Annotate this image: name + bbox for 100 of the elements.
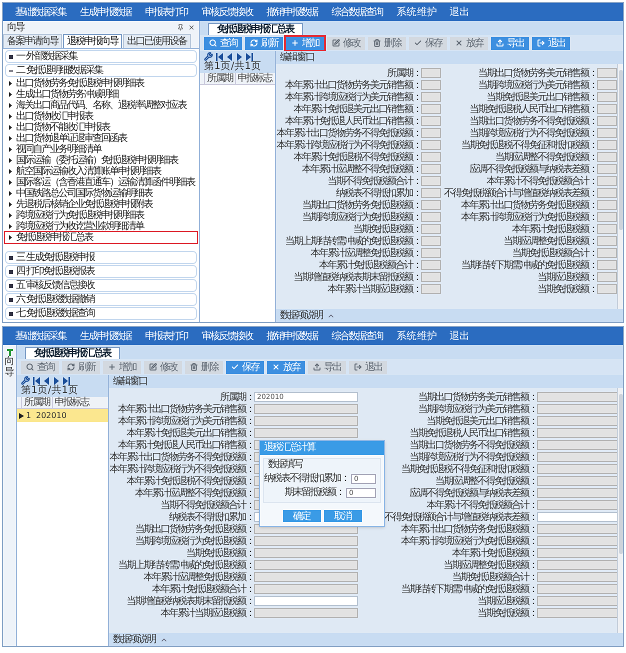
- nav-item[interactable]: 出口货物劳务免抵退税申报明细表: [5, 78, 197, 89]
- nav-item[interactable]: 国际客运（含香港直通车）运输清算函件明细表: [5, 177, 197, 188]
- input-field[interactable]: [254, 572, 358, 582]
- input-field[interactable]: [597, 92, 617, 102]
- nav-item[interactable]: 跨境应税行为收讫营业款明细清单: [5, 221, 197, 232]
- toolbar-button[interactable]: 增加: [286, 36, 324, 50]
- input-field[interactable]: [254, 560, 358, 570]
- input-field[interactable]: [254, 584, 358, 594]
- input-field[interactable]: [421, 176, 441, 186]
- menu-item[interactable]: 系 统 维 护: [396, 330, 436, 342]
- input-field[interactable]: [597, 212, 617, 222]
- first-page-icon[interactable]: [33, 376, 40, 384]
- nav-item[interactable]: 出口货物退单证退审查回函表: [5, 133, 197, 144]
- input-field[interactable]: [537, 548, 617, 558]
- input-field[interactable]: [421, 188, 441, 198]
- menu-item[interactable]: 综合数据查询: [332, 6, 382, 18]
- collapsed-nav[interactable]: 向导: [3, 345, 17, 646]
- input-field[interactable]: [597, 248, 617, 258]
- menu-item[interactable]: 申报表打印: [145, 330, 188, 342]
- input-field[interactable]: [597, 200, 617, 210]
- wrench-icon[interactable]: [21, 376, 30, 385]
- input-field[interactable]: [597, 68, 617, 78]
- input-field[interactable]: [537, 500, 617, 510]
- input-field[interactable]: [537, 536, 617, 546]
- input-field[interactable]: [537, 452, 617, 462]
- nav-item[interactable]: 生成出口货物劳务冲减明细: [5, 89, 197, 100]
- nav-section[interactable]: 四 打印免抵退税报表: [5, 265, 197, 278]
- nav-item[interactable]: 免抵退税申报汇总表: [5, 232, 197, 243]
- input-field[interactable]: [254, 428, 358, 438]
- menu-item[interactable]: 系 统 维 护: [396, 6, 436, 18]
- nav-item[interactable]: 出口货物不能收汇申报表: [5, 122, 197, 133]
- input-field[interactable]: [254, 536, 358, 546]
- input-field[interactable]: [421, 164, 441, 174]
- document-tab[interactable]: 免抵退税申报汇总表: [25, 347, 120, 359]
- input-field[interactable]: [597, 236, 617, 246]
- input-field[interactable]: [421, 212, 441, 222]
- input-field[interactable]: [421, 152, 441, 162]
- menu-item[interactable]: 生成申报数据: [80, 6, 131, 18]
- scrollbar[interactable]: [617, 64, 623, 309]
- input-field[interactable]: [421, 284, 441, 294]
- scrollbar[interactable]: [617, 388, 623, 633]
- last-page-icon[interactable]: [246, 52, 253, 60]
- input-field[interactable]: [537, 488, 617, 498]
- previous-page-icon[interactable]: [43, 376, 50, 384]
- toolbar-button[interactable]: 放弃: [267, 360, 305, 374]
- input-field[interactable]: [537, 476, 617, 486]
- nav-tab[interactable]: 退税申报向导: [63, 34, 122, 48]
- menu-item[interactable]: 基础数据采集: [15, 330, 66, 342]
- input-field[interactable]: [597, 224, 617, 234]
- next-page-icon[interactable]: [236, 52, 243, 60]
- input-field[interactable]: [254, 596, 358, 606]
- toolbar-button[interactable]: 退出: [532, 36, 570, 50]
- first-page-icon[interactable]: [216, 52, 223, 60]
- menu-item[interactable]: 申报表打印: [145, 6, 188, 18]
- input-field[interactable]: [421, 92, 441, 102]
- previous-page-icon[interactable]: [226, 52, 233, 60]
- nav-item[interactable]: 国际运输（委托运输）免抵退税申报明细表: [5, 155, 197, 166]
- nav-item[interactable]: 出口货物收汇申报表: [5, 111, 197, 122]
- input-field[interactable]: [597, 272, 617, 282]
- input-field[interactable]: [537, 608, 617, 618]
- input-field[interactable]: [421, 116, 441, 126]
- input-field[interactable]: [421, 140, 441, 150]
- input-field[interactable]: [537, 428, 617, 438]
- last-page-icon[interactable]: [63, 376, 70, 384]
- input-field[interactable]: [537, 572, 617, 582]
- nav-section[interactable]: 二 免抵退明细数据采集: [5, 64, 197, 77]
- menu-item[interactable]: 撤销申报数据: [266, 330, 318, 342]
- nav-tab[interactable]: 出口已使用设备: [123, 34, 190, 48]
- input-field[interactable]: [254, 608, 358, 618]
- nav-item[interactable]: 视同自产业务明细清单: [5, 144, 197, 155]
- input-field[interactable]: [597, 80, 617, 90]
- input-field[interactable]: [254, 416, 358, 426]
- menu-item[interactable]: 退 出: [450, 330, 468, 342]
- menu-item[interactable]: 审核反馈接收: [202, 330, 252, 342]
- input-field[interactable]: [597, 188, 617, 198]
- input-field[interactable]: [254, 548, 358, 558]
- input-field[interactable]: [537, 584, 617, 594]
- input-field[interactable]: [537, 524, 617, 534]
- input-field[interactable]: [537, 464, 617, 474]
- close-icon[interactable]: [188, 24, 195, 30]
- input-field[interactable]: [421, 200, 441, 210]
- menu-item[interactable]: 审核反馈接收: [202, 6, 252, 18]
- input-field[interactable]: [421, 272, 441, 282]
- input-field[interactable]: [421, 68, 441, 78]
- dialog-button[interactable]: 取消: [324, 510, 362, 522]
- toolbar-button[interactable]: 查询: [204, 36, 242, 50]
- input-field[interactable]: [421, 236, 441, 246]
- input-field[interactable]: [597, 260, 617, 270]
- nav-section[interactable]: 五 审核反馈信息接收: [5, 279, 197, 292]
- nav-item[interactable]: 先退税后核销企业免抵退税申报附表: [5, 199, 197, 210]
- menu-item[interactable]: 撤销申报数据: [266, 6, 318, 18]
- nav-tab[interactable]: 备案申请向导: [3, 34, 62, 48]
- input-field[interactable]: [597, 164, 617, 174]
- toolbar-button[interactable]: 导出: [491, 36, 529, 50]
- toolbar-button[interactable]: 刷新: [245, 36, 283, 50]
- input-field[interactable]: [537, 440, 617, 450]
- next-page-icon[interactable]: [53, 376, 60, 384]
- input-field[interactable]: [537, 416, 617, 426]
- input-field[interactable]: [421, 224, 441, 234]
- nav-section[interactable]: 一 外部数据采集: [5, 50, 197, 63]
